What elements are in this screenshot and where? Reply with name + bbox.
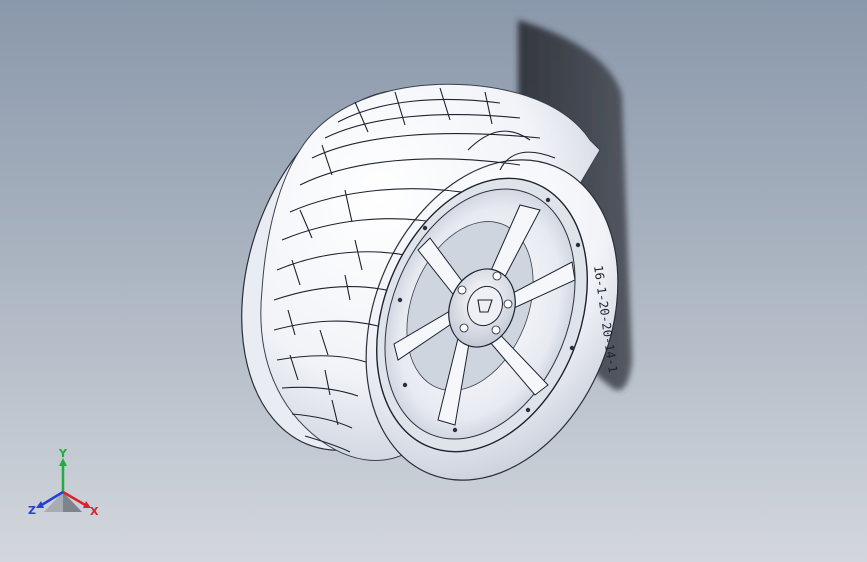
wheel-model[interactable]: 16-1-20-20-14-1 bbox=[0, 0, 867, 562]
x-axis-label: X bbox=[90, 505, 99, 518]
z-axis-label: Z bbox=[28, 504, 36, 517]
view-triad[interactable]: Y Z X bbox=[22, 448, 106, 524]
y-axis-label: Y bbox=[59, 447, 67, 460]
graphics-viewport[interactable]: 16-1-20-20-14-1 bbox=[0, 0, 867, 562]
